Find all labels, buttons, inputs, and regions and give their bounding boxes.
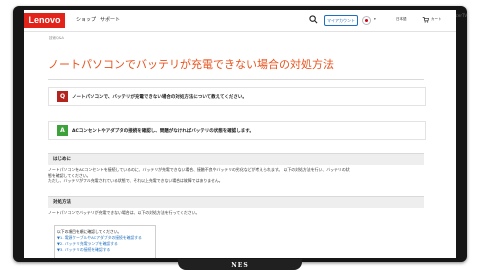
cart-icon[interactable] [422,16,429,23]
question-badge: Q [57,91,68,102]
question-text: ノートパソコンで、バッテリが充電できない場合の対処方法について教えてください。 [72,95,247,100]
intro-paragraph: ノートパソコンをACコンセントを接続しているのに、バッテリが充電できない場合、接… [48,167,426,184]
intro-heading: はじめに [48,153,424,165]
cart-label[interactable]: カート [431,17,442,22]
link-check-battery-connection[interactable]: ▼3. バッテリの接続を確認する [57,247,110,253]
site-header: Lenovo ショップ サポート マイアカウント ▾ 日本語 カート [24,10,456,32]
nav-shop[interactable]: ショップ [76,16,96,23]
dropdown-chevron-icon[interactable]: ▾ [374,17,376,21]
monitor-stand: NES [178,259,302,270]
answer-badge: A [57,125,68,136]
intro-line: ただし、バッテリがフル充電されている状態で、それ以上充電できない場合は故障ではあ… [48,178,223,184]
monitor-screen: Lenovo ショップ サポート マイアカウント ▾ 日本語 カート 技術Q&A… [24,10,456,258]
language-select[interactable]: 日本語 [396,17,407,22]
page-title: ノートパソコンでバッテリが充電できない場合の対処方法 [48,58,334,71]
monitor-brand-label: NES [231,262,249,269]
breadcrumb[interactable]: 技術Q&A [49,36,64,41]
method-heading: 対処方法 [48,196,424,208]
method-paragraph: ノートパソコンでバッテリが充電できない場合は、以下の対処方法を行ってください。 [48,210,200,215]
nav-support[interactable]: サポート [100,16,120,23]
lenovo-logo[interactable]: Lenovo [24,13,65,28]
photo-stage: AcerTV Lenovo ショップ サポート マイアカウント ▾ 日本語 カー… [0,0,480,270]
title-divider [48,79,424,80]
search-icon[interactable] [309,15,318,24]
answer-text: ACコンセントやアダプタの接続を確認し、問題がなければバッテリの状態を確認します… [72,129,254,134]
my-account-button[interactable]: マイアカウント [324,15,358,26]
japan-flag-icon[interactable] [362,16,371,25]
